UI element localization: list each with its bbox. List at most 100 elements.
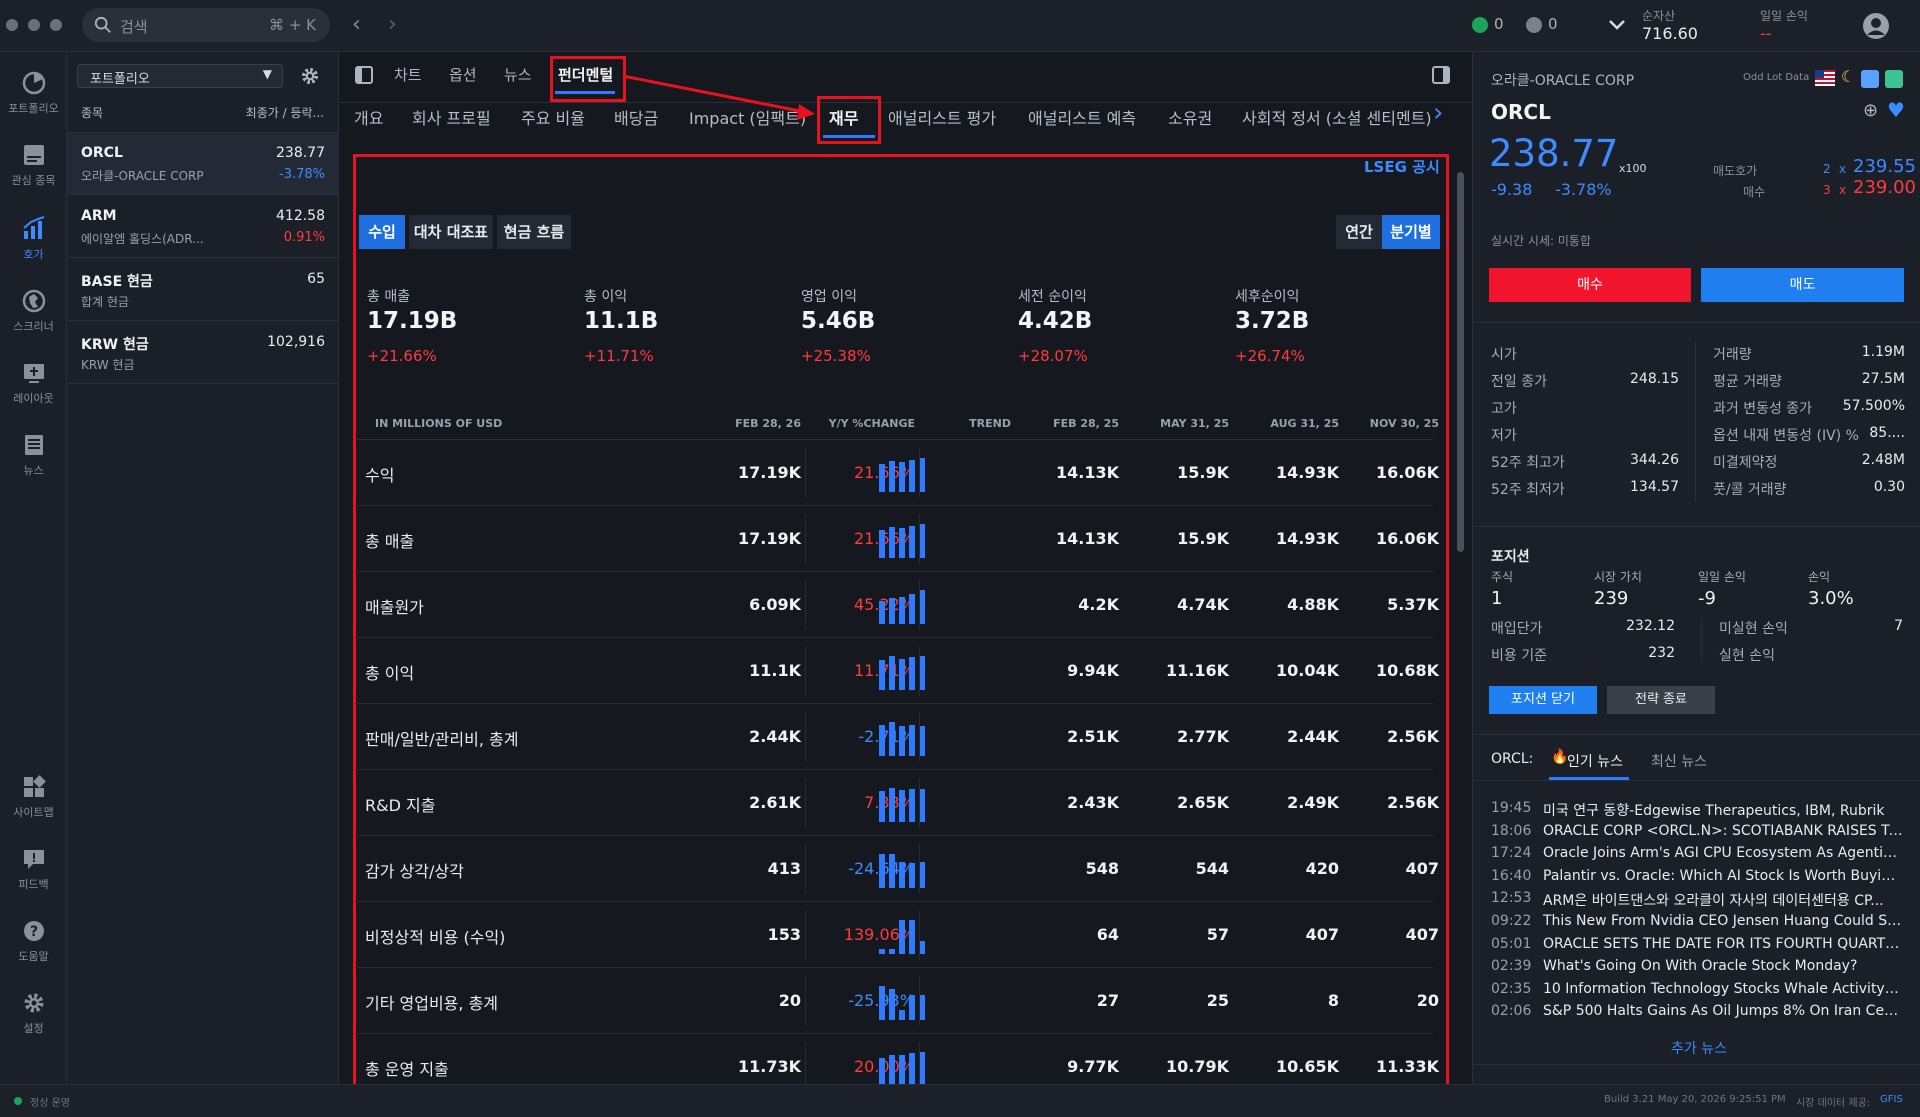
subtab-ownership[interactable]: 소유권 [1168,105,1212,129]
news-time: 17:24 [1491,845,1532,862]
nav-news[interactable]: 뉴스 [0,432,67,478]
buy-button[interactable]: 매수 [1489,268,1691,302]
user-avatar-icon[interactable] [1862,12,1890,40]
subtab-analyst-ratings[interactable]: 애널리스트 평가 [888,105,996,129]
portfolio-row-name: 에이알엠 홀딩스(ADR... [81,232,204,246]
portfolio-settings-gear-icon[interactable] [299,65,321,87]
table-row: 총 이익11.1K11.71%9.94K11.16K10.04K10.68K [355,638,1439,704]
quote-symbol: ORCL [1491,100,1551,124]
stat-value: 1.19M [1861,344,1905,360]
nav-portfolio-label: 포트폴리오 [8,102,59,115]
stat-label: 평균 거래량 [1713,374,1782,390]
chart-icon [1885,70,1903,88]
news-item[interactable]: 16:40 Palantir vs. Oracle: Which AI Stock… [1491,868,1911,890]
nav-screener[interactable]: 스크리너 [0,288,67,334]
portfolio-row[interactable]: ARM 에이알엠 홀딩스(ADR... 412.58 0.91% [67,196,339,258]
data-provider-link[interactable]: GFIS [1880,1094,1903,1105]
period-tab-quarterly[interactable]: 분기별 [1382,215,1440,249]
news-item[interactable]: 02:06 S&P 500 Halts Gains As Oil Jumps 8%… [1491,1003,1911,1025]
subtab-scroll-right-icon[interactable]: › [1433,98,1443,128]
daily-pl-value: -- [1760,24,1772,43]
row-history-value: 14.93K [1275,463,1339,482]
news-tab-hot[interactable]: 인기 뉴스 [1567,751,1623,771]
nav-layout[interactable]: 레이아웃 [0,360,67,406]
news-item[interactable]: 18:06 ORACLE CORP <ORCL.N>: SCOTIABANK RA… [1491,823,1911,845]
favorite-heart-icon[interactable]: ♥ [1887,98,1905,122]
window-close-icon[interactable] [6,19,18,31]
nav-watchlist[interactable]: 관심 종목 [0,142,67,188]
nav-settings[interactable]: 설정 [0,990,67,1036]
row-history-value: 548 [1085,859,1119,878]
trend-bar [899,659,905,690]
subtab-company-profile[interactable]: 회사 프로필 [412,105,491,129]
position-pl: 3.0% [1808,588,1854,609]
nav-feedback[interactable]: 피드백 [0,846,67,892]
trend-bar [899,726,905,756]
period-tab-annual[interactable]: 연간 [1336,215,1382,249]
statement-tab-cash-flow[interactable]: 현금 흐름 [497,215,571,249]
news-item[interactable]: 12:53 ARM은 바이트댄스와 오라클이 자사의 데이터센터용 CP... [1491,890,1911,912]
end-strategy-button[interactable]: 전략 종료 [1607,686,1715,714]
divider [1473,734,1920,735]
row-history-value: 4.88K [1287,595,1339,614]
portfolio-head-symbol: 종목 [81,106,104,120]
nav-quote[interactable]: 호가 [0,216,67,262]
table-header-h3: AUG 31, 25 [1270,417,1339,430]
more-news-link[interactable]: 추가 뉴스 [1671,1038,1727,1058]
news-item[interactable]: 09:22 This New From Nvidia CEO Jensen Hua… [1491,913,1911,935]
nav-sitemap[interactable]: 사이트맵 [0,774,67,820]
portfolio-row[interactable]: ORCL 오라클-ORACLE CORP 238.77 -3.78% [67,133,339,195]
tab-options[interactable]: 옵션 [449,64,477,85]
news-item[interactable]: 17:24 Oracle Joins Arm's AGI CPU Ecosyste… [1491,845,1911,867]
nav-help[interactable]: ? 도움말 [0,918,67,964]
row-trend-chart [879,982,935,1020]
window-maximize-icon[interactable] [50,19,62,31]
feedback-icon [23,850,44,869]
row-history-value: 5.37K [1387,595,1439,614]
last-price: 238.77 [1489,132,1619,175]
close-position-button[interactable]: 포지션 닫기 [1489,686,1597,714]
connection-ok-count: 0 [1494,15,1504,33]
subtab-social-sentiment[interactable]: 사회적 정서 (소셜 센티멘트) [1242,105,1432,129]
news-item[interactable]: 02:39 What's Going On With Oracle Stock M… [1491,958,1911,980]
kpi-change: +26.74% [1235,347,1305,365]
news-tab-latest[interactable]: 최신 뉴스 [1651,751,1707,771]
search-input[interactable]: 검색 ⌘ + K [82,8,330,42]
top-bar: 검색 ⌘ + K ‹ › 0 0 순자산 716.60 일일 손익 -- [0,0,1920,52]
subtab-overview[interactable]: 개요 [354,105,383,129]
portfolio-select[interactable]: 포트폴리오 ▼ [77,64,283,88]
subtab-analyst-forecasts[interactable]: 애널리스트 예측 [1028,105,1136,129]
search-shortcut: ⌘ + K [269,16,316,34]
tab-chart[interactable]: 차트 [394,64,422,85]
nav-portfolio[interactable]: 포트폴리오 [0,70,67,116]
statement-tab-income[interactable]: 수입 [359,215,405,249]
tab-news[interactable]: 뉴스 [504,64,532,85]
lseg-filing-link[interactable]: LSEG 공시 [1364,156,1440,177]
trend-bar [889,1055,895,1086]
settings-icon [24,993,43,1013]
annotation-arrow [622,74,815,120]
panel-toggle-icon[interactable] [355,66,373,84]
news-item[interactable]: 02:35 10 Information Technology Stocks Wh… [1491,981,1911,1003]
subtab-key-ratios[interactable]: 주요 비율 [521,105,585,129]
window-minimize-icon[interactable] [28,19,40,31]
statement-tab-balance-sheet[interactable]: 대차 대조표 [409,215,493,249]
stat-label: 52주 최고가 [1491,455,1565,471]
add-watchlist-icon[interactable]: ⊕ [1863,100,1878,121]
scrollbar-thumb[interactable] [1457,172,1464,552]
row-history-value: 20 [1416,991,1439,1010]
portfolio-row[interactable]: KRW 현금 KRW 현금 102,916 [67,322,339,384]
forward-arrow-icon[interactable]: › [388,12,397,37]
divider [919,778,920,828]
panel-expand-icon[interactable] [1432,66,1450,84]
news-item[interactable]: 05:01 ORACLE SETS THE DATE FOR ITS FOURTH… [1491,936,1911,958]
position-avg-label: 매입단가 [1491,621,1543,637]
news-item[interactable]: 19:45 미국 연구 동향-Edgewise Therapeutics, IBM… [1491,800,1911,822]
back-arrow-icon[interactable]: ‹ [352,12,361,37]
news-time: 05:01 [1491,935,1532,952]
chevron-down-icon[interactable] [1608,18,1626,32]
sell-button[interactable]: 매도 [1701,268,1904,302]
portfolio-row[interactable]: BASE 현금 합계 현금 65 [67,259,339,321]
news-headline: S&P 500 Halts Gains As Oil Jumps 8% On I… [1543,1003,1903,1020]
trend-bar [879,601,885,624]
